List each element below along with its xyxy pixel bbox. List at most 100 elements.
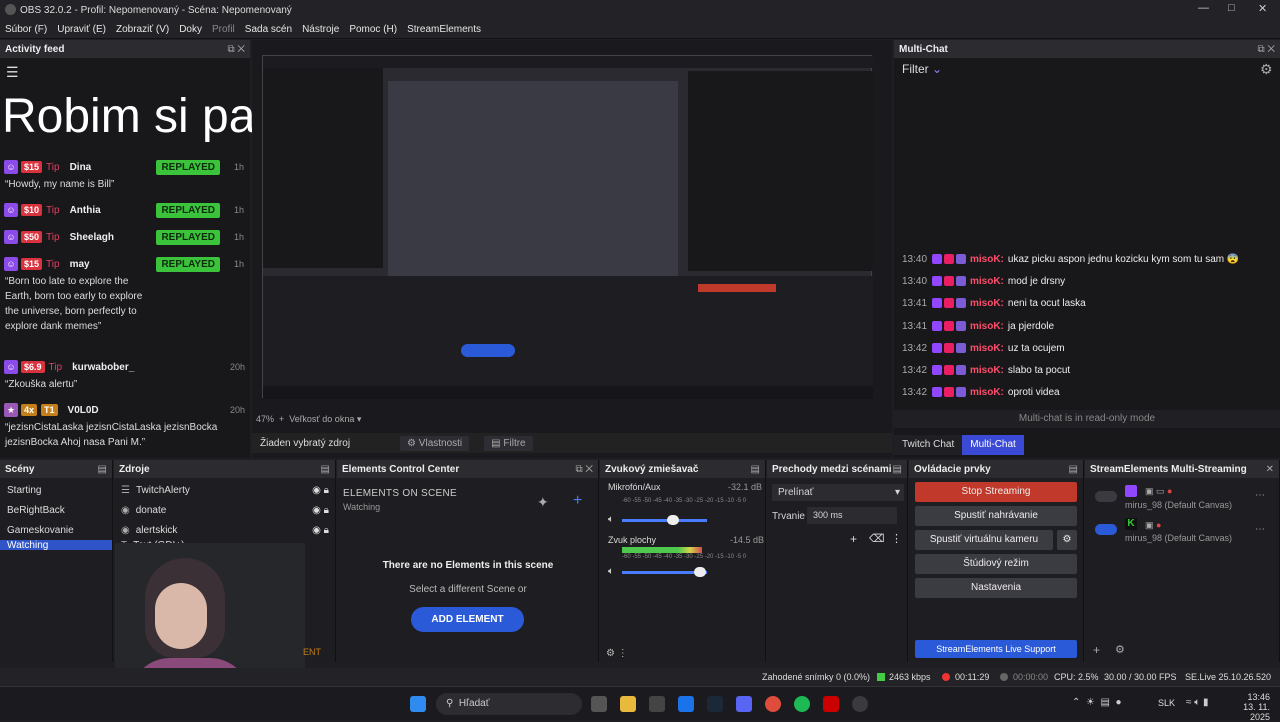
menu-edit[interactable]: Upraviť (E) [57, 24, 106, 35]
filters-button[interactable]: ▤ Filtre [484, 435, 533, 451]
dock-menu-icon[interactable]: ▤ [321, 464, 330, 475]
speaker-icon[interactable]: 🔈︎ [608, 514, 614, 525]
zoom-controls[interactable]: 47% + Veľkosť do okna ▾ [256, 414, 361, 425]
windows-start-icon[interactable] [410, 696, 426, 712]
feed-item[interactable]: ☺ $10 Tip Anthia REPLAYED 1h [4, 202, 244, 218]
scene-item[interactable]: Gameskovanie [0, 520, 112, 540]
menu-help[interactable]: Pomoc (H) [349, 24, 397, 35]
virtual-camera-settings-icon[interactable]: ⚙ [1057, 530, 1077, 550]
dock-menu-icon[interactable]: ▤ [751, 464, 760, 475]
feed-item[interactable]: ☺ $15 Tip Dina REPLAYED 1h “Howdy, my name is… [4, 159, 244, 192]
replayed-badge[interactable]: REPLAYED [156, 159, 220, 175]
steam-icon[interactable] [707, 696, 723, 712]
chat-filter[interactable]: Filter ⌄ [902, 62, 942, 76]
dock-controls[interactable]: ⧉ ✕ [575, 464, 593, 475]
network-volume-icons[interactable]: ≈ 🔈︎ ▮ [1186, 697, 1209, 708]
menu-tools[interactable]: Nástroje [302, 24, 339, 35]
menu-streamelements[interactable]: StreamElements [407, 24, 481, 35]
properties-button[interactable]: ⚙ Vlastnosti [400, 435, 470, 451]
menu-file[interactable]: Súbor (F) [5, 24, 47, 35]
sources-title: Zdroje [119, 463, 150, 475]
dock-menu-icon[interactable]: ▤ [893, 464, 902, 475]
menu-profile[interactable]: Profil [212, 24, 235, 35]
dock-menu-icon[interactable]: ▤ [1069, 464, 1078, 475]
tab-multi-chat[interactable]: Multi-Chat [962, 435, 1024, 455]
chat-user: misoK: [970, 297, 1004, 309]
add-element-button[interactable]: ADD ELEMENT [411, 607, 524, 632]
duration-input[interactable]: 300 ms [807, 507, 897, 524]
spotify-icon[interactable] [794, 696, 810, 712]
close-icon[interactable]: ✕ [1258, 2, 1267, 15]
dock-controls[interactable]: ⧉ ✕ [1257, 44, 1275, 55]
tab-twitch-chat[interactable]: Twitch Chat [894, 435, 963, 455]
menu-view[interactable]: Zobraziť (V) [116, 24, 169, 35]
desktop-volume-handle[interactable] [694, 567, 706, 577]
obs-icon[interactable] [852, 696, 868, 712]
settings-gear-icon[interactable]: ⚙ [1260, 61, 1273, 78]
file-explorer-icon[interactable] [620, 696, 636, 712]
transition-more-icon[interactable]: ⋮ [891, 532, 902, 545]
source-item[interactable]: ☰ TwitchAlerty ◉ 🔒︎ [114, 480, 335, 500]
dock-controls[interactable]: ⧉ ✕ [227, 44, 245, 55]
feed-item[interactable]: ★ 4x T1 V0L0D 20h “jezisnCistaLaska jezisnCi… [4, 402, 245, 450]
scene-item[interactable]: Starting [0, 480, 112, 500]
eye-icon[interactable]: ◉ 🔒︎ [312, 525, 329, 536]
transition-trash-icon[interactable]: ⌫ [869, 532, 885, 545]
source-item[interactable]: ◉ alertskick ◉ 🔒︎ [114, 520, 335, 540]
source-item[interactable]: ◉ donate ◉ 🔒︎ [114, 500, 335, 520]
start-virtual-camera-button[interactable]: Spustiť virtuálnu kameru [915, 530, 1053, 550]
feed-item[interactable]: ☺ $15 Tip may REPLAYED 1h “Born too late to e… [4, 256, 244, 334]
eye-icon[interactable]: ◉ 🔒︎ [312, 505, 329, 516]
outlook-icon[interactable] [678, 696, 694, 712]
add-icon[interactable]: + [573, 492, 582, 510]
minimize-icon[interactable]: — [1198, 2, 1209, 14]
eye-icon[interactable]: ◉ 🔒︎ [312, 485, 329, 496]
replayed-badge[interactable]: REPLAYED [156, 202, 220, 218]
chrome-icon[interactable] [765, 696, 781, 712]
app-icon[interactable] [823, 696, 839, 712]
more-icon[interactable]: ⋯ [1255, 524, 1265, 535]
settings-button[interactable]: Nastavenia [915, 578, 1077, 598]
stop-streaming-button[interactable]: Stop Streaming [915, 482, 1077, 502]
discord-icon[interactable] [736, 696, 752, 712]
transition-select[interactable]: Prelínať ▾ [772, 484, 904, 501]
output-toggle-on[interactable] [1095, 524, 1117, 535]
mic-volume-handle[interactable] [667, 515, 679, 525]
task-view-icon[interactable] [591, 696, 607, 712]
speaker-icon[interactable]: 🔈︎ [608, 566, 614, 577]
replayed-badge[interactable]: REPLAYED [156, 229, 220, 245]
zoom-fit[interactable]: Veľkosť do okna [289, 414, 354, 424]
scene-item-selected[interactable]: Watching [0, 540, 112, 550]
clock[interactable]: 13:46 13. 11. 2025 [1222, 692, 1270, 722]
feed-item[interactable]: ☺ $6.9 Tip kurwabober_ 20h “Zkouška alertu” [4, 359, 245, 392]
controls-header: Ovládacie prvky ▤ [909, 460, 1083, 478]
language-indicator[interactable]: SLK [1158, 698, 1175, 708]
mic-volume-slider[interactable] [622, 519, 707, 522]
hamburger-icon[interactable]: ☰ [6, 64, 19, 81]
taskbar-search[interactable]: ⚲ Hľadať [436, 693, 582, 715]
tray-icons[interactable]: ⌃ ☀ ▤ ● [1072, 697, 1122, 708]
magic-wand-icon[interactable]: ✦ [537, 494, 549, 511]
multistream-settings-icon[interactable]: ⚙ [1115, 643, 1125, 656]
store-icon[interactable] [649, 696, 665, 712]
menu-docks[interactable]: Doky [179, 24, 202, 35]
mixer-settings-icon[interactable]: ⚙ ⋮ [606, 648, 628, 659]
scene-item[interactable]: BeRightBack [0, 500, 112, 520]
add-output-icon[interactable]: + [1093, 643, 1100, 657]
replayed-badge[interactable]: REPLAYED [156, 256, 220, 272]
dock-menu-icon[interactable]: ▤ [98, 464, 107, 475]
more-icon[interactable]: ⋯ [1255, 490, 1265, 501]
live-support-button[interactable]: StreamElements Live Support [915, 640, 1077, 658]
transition-add-icon[interactable]: + [850, 532, 857, 546]
start-recording-button[interactable]: Spustiť nahrávanie [915, 506, 1077, 526]
controls-dock: Ovládacie prvky ▤ Stop Streaming Spustiť … [909, 460, 1084, 662]
studio-mode-button[interactable]: Štúdiový režim [915, 554, 1077, 574]
dock-controls[interactable]: ✕ [1266, 464, 1274, 475]
feed-item[interactable]: ☺ $50 Tip Sheelagh REPLAYED 1h [4, 229, 244, 245]
menu-scene-collection[interactable]: Sada scén [245, 24, 292, 35]
chat-user: misoK: [970, 342, 1004, 354]
scenes-header: Scény ▤ [0, 460, 112, 478]
tip-amount: $10 [21, 204, 43, 216]
output-toggle-off[interactable] [1095, 491, 1117, 502]
maximize-icon[interactable]: □ [1228, 2, 1235, 14]
